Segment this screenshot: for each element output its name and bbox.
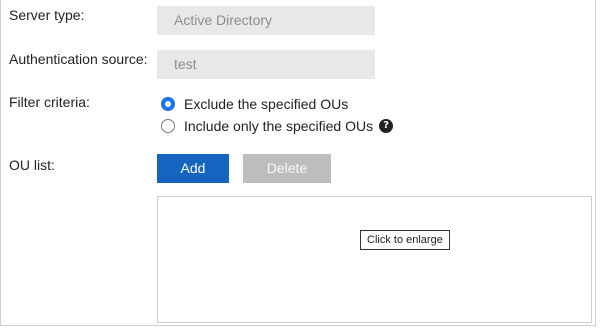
radio-button-unchecked[interactable] — [161, 119, 175, 133]
click-to-enlarge-tooltip[interactable]: Click to enlarge — [360, 230, 450, 250]
radio-button-checked[interactable] — [161, 97, 175, 111]
radio-exclude-label[interactable]: Exclude the specified OUs — [184, 96, 348, 112]
add-button[interactable]: Add — [157, 154, 229, 183]
radio-exclude-ous[interactable]: Exclude the specified OUs — [161, 96, 348, 112]
radio-include-only-ous[interactable]: Include only the specified OUs ? — [161, 118, 394, 134]
ou-list-box[interactable]: Click to enlarge — [157, 196, 592, 323]
auth-source-field: test — [157, 50, 375, 79]
radio-include-label[interactable]: Include only the specified OUs — [184, 118, 373, 134]
delete-button[interactable]: Delete — [243, 154, 331, 183]
help-circle-icon[interactable]: ? — [379, 119, 394, 133]
form-panel: Server type: Active Directory Authentica… — [0, 0, 596, 326]
server-type-field: Active Directory — [157, 6, 375, 35]
auth-source-label: Authentication source: — [9, 51, 148, 67]
ou-list-label: OU list: — [9, 157, 55, 173]
filter-criteria-label: Filter criteria: — [9, 94, 90, 110]
server-type-label: Server type: — [9, 7, 85, 23]
